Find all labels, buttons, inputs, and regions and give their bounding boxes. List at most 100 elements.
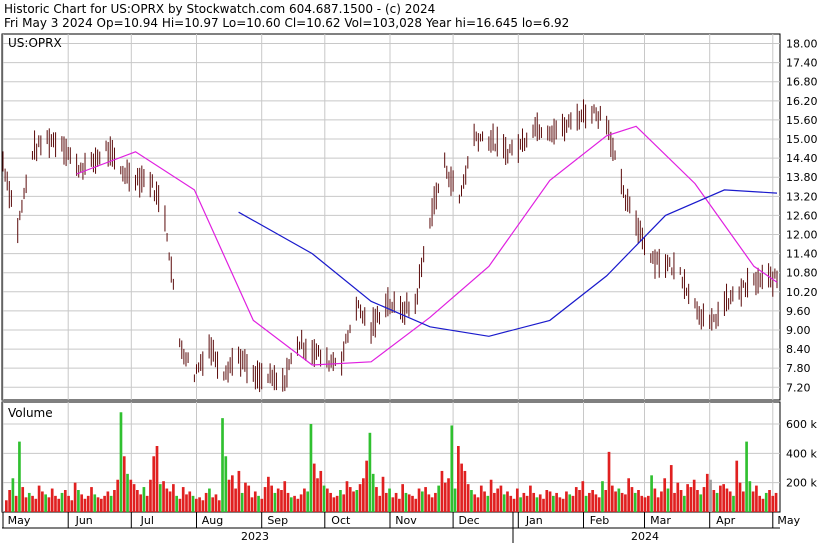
volume-bar — [309, 424, 313, 512]
volume-bar — [388, 488, 391, 512]
volume-bar — [8, 490, 11, 512]
volume-bar — [666, 488, 670, 512]
volume-bar — [453, 488, 457, 512]
price-panel: 18.00 17.40 16.80 16.20 15.60 15.00 14.40 13.80… — [1, 33, 818, 401]
volume-bar — [319, 470, 323, 512]
volume-bar — [24, 497, 28, 512]
volume-bar — [476, 497, 480, 512]
volume-bar — [57, 498, 61, 512]
volume-bar — [198, 497, 201, 512]
volume-bar — [217, 500, 221, 512]
volume-bar — [47, 497, 51, 512]
volume-bar — [21, 487, 25, 512]
month-tick-label: Jul — [140, 514, 154, 527]
volume-y-axis: 600 k 400 k 200 k — [786, 418, 817, 490]
volume-bar — [325, 488, 329, 512]
volume-bar — [460, 463, 463, 512]
volume-bar — [339, 490, 342, 512]
volume-bar — [555, 492, 558, 512]
volume-bar — [417, 488, 421, 512]
price-tick-label: 15.00 — [786, 133, 818, 146]
volume-bar — [614, 491, 617, 512]
volume-bar — [286, 492, 290, 512]
volume-bar — [194, 498, 198, 512]
volume-bar — [204, 492, 208, 512]
volume-bar — [139, 494, 142, 512]
volume-bar — [535, 497, 539, 512]
volume-bar — [604, 490, 608, 512]
month-tick-label: Mar — [650, 514, 671, 527]
volume-bar — [41, 491, 44, 512]
volume-bar — [378, 495, 382, 512]
volume-bar — [709, 479, 712, 512]
volume-bar — [260, 498, 264, 512]
volume-bar — [676, 482, 680, 512]
volume-bar — [227, 479, 231, 512]
volume-bar — [610, 485, 614, 512]
volume-bar — [335, 495, 339, 512]
volume-bar — [211, 497, 215, 512]
volume-bar — [755, 485, 758, 512]
volume-bar — [591, 490, 594, 512]
year-label-2023: 2023 — [241, 530, 269, 543]
volume-bar — [129, 479, 133, 512]
volume-bar — [761, 498, 765, 512]
volume-bar — [283, 481, 287, 512]
volume-bar — [50, 488, 54, 512]
volume-bar — [221, 418, 224, 512]
volume-bar — [152, 456, 156, 512]
volume-bar — [375, 487, 378, 512]
price-tick-label: 12.60 — [786, 209, 818, 222]
volume-bar — [420, 491, 424, 512]
volume-bar — [237, 470, 241, 512]
volume-bar — [322, 485, 326, 512]
volume-bar — [188, 491, 192, 512]
volume-bar — [758, 495, 762, 512]
price-tick-label: 14.40 — [786, 152, 818, 165]
price-tick-label: 15.60 — [786, 114, 818, 127]
volume-bar — [519, 497, 522, 512]
volume-bar — [646, 495, 650, 512]
volume-bar — [289, 497, 293, 512]
volume-bar — [450, 425, 454, 512]
volume-bar — [447, 478, 450, 512]
volume-bar — [581, 481, 585, 512]
year-label-2024: 2024 — [631, 530, 659, 543]
volume-bar — [545, 490, 549, 512]
volume-bar — [551, 495, 555, 512]
volume-bar — [738, 482, 742, 512]
volume-bar — [54, 495, 57, 512]
volume-bar — [532, 492, 536, 512]
volume-bar — [774, 492, 778, 512]
volume-bar — [502, 494, 506, 512]
price-tick-label: 13.20 — [786, 190, 818, 203]
volume-bar — [90, 487, 93, 512]
volume-bar — [368, 432, 372, 512]
stock-chart: Historic Chart for US:OPRX by Stockwatch… — [1, 2, 818, 543]
volume-bar — [725, 488, 729, 512]
volume-bar — [627, 478, 631, 512]
volume-bar — [149, 479, 152, 512]
volume-bar — [63, 490, 67, 512]
header-line-1: Historic Chart for US:OPRX by Stockwatch… — [4, 2, 435, 16]
volume-bar — [165, 488, 169, 512]
volume-bar — [771, 495, 775, 512]
volume-bar — [178, 498, 182, 512]
volume-bar — [764, 492, 768, 512]
volume-bar — [656, 497, 660, 512]
volume-bar — [316, 478, 319, 512]
volume-bar — [597, 497, 601, 512]
volume-bar — [250, 497, 254, 512]
price-tick-label: 16.80 — [786, 76, 818, 89]
volume-bar — [31, 495, 34, 512]
volume-bar — [113, 490, 116, 512]
volume-bar — [650, 475, 653, 512]
volume-bar — [617, 488, 621, 512]
month-tick-label: Jan — [525, 514, 543, 527]
volume-tick-label: 600 k — [786, 418, 817, 431]
volume-bar — [663, 478, 667, 512]
price-tick-label: 17.40 — [786, 57, 818, 70]
volume-bar — [715, 492, 719, 512]
volume-bar — [745, 441, 748, 512]
volume-bar — [155, 446, 159, 512]
